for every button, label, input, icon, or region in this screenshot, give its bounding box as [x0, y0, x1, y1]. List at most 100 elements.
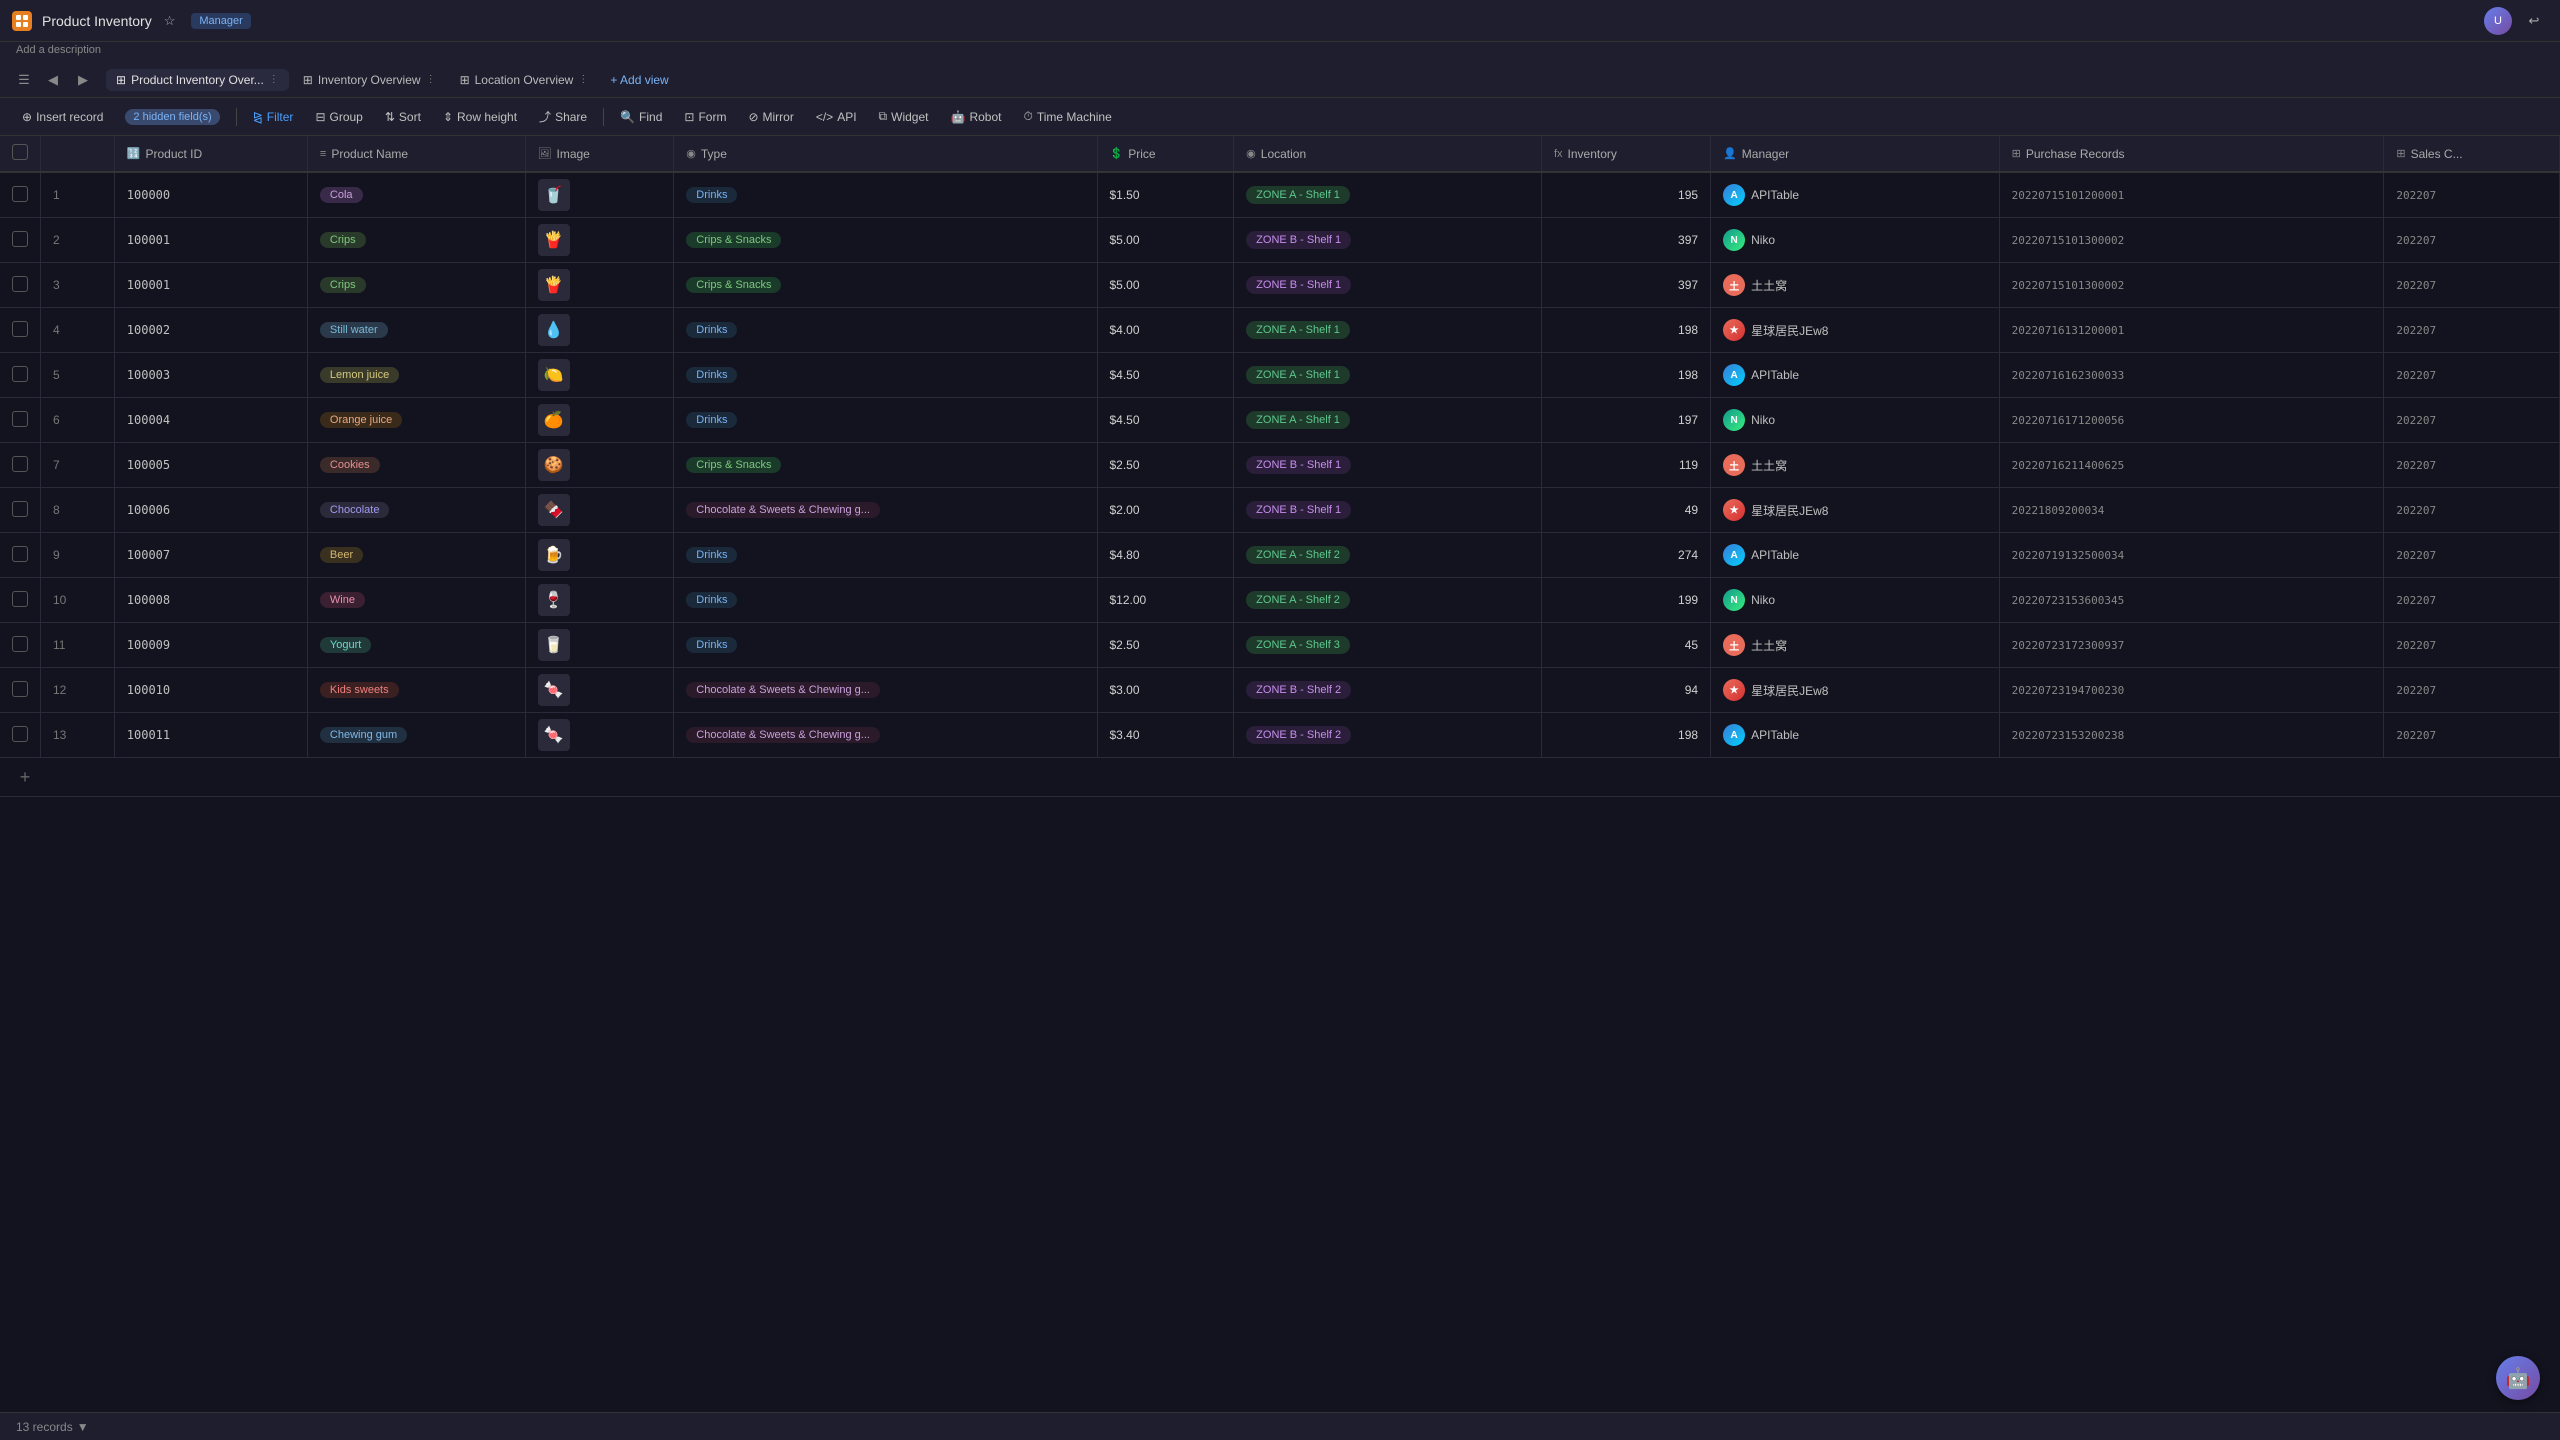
cell-checkbox[interactable] [0, 623, 41, 668]
add-row-button[interactable]: + [12, 764, 38, 790]
tab-menu-icon[interactable]: ⋮ [578, 74, 588, 85]
col-price[interactable]: 💲 Price [1097, 136, 1234, 172]
sort-button[interactable]: ⇅ Sort [375, 106, 431, 128]
cell-checkbox[interactable] [0, 443, 41, 488]
refresh-button[interactable]: ↩ [2520, 7, 2548, 35]
cell-product-name[interactable]: Lemon juice [307, 353, 525, 398]
back-button[interactable]: ◀ [40, 67, 66, 93]
cell-image[interactable]: 🍊 [525, 398, 674, 443]
col-manager[interactable]: 👤 Manager [1711, 136, 2000, 172]
time-machine-button[interactable]: ⏱ Time Machine [1013, 105, 1121, 128]
cell-manager[interactable]: ★ 星球居民JEw8 [1711, 668, 2000, 713]
select-all-checkbox[interactable] [12, 144, 28, 160]
cell-manager[interactable]: 土 土土窝 [1711, 623, 2000, 668]
cell-checkbox[interactable] [0, 668, 41, 713]
cell-checkbox[interactable] [0, 533, 41, 578]
cell-location[interactable]: ZONE A - Shelf 1 [1234, 353, 1542, 398]
row-checkbox[interactable] [12, 186, 28, 202]
cell-manager[interactable]: N Niko [1711, 218, 2000, 263]
col-inventory[interactable]: fx Inventory [1541, 136, 1710, 172]
cell-checkbox[interactable] [0, 353, 41, 398]
cell-checkbox[interactable] [0, 308, 41, 353]
cell-location[interactable]: ZONE A - Shelf 2 [1234, 578, 1542, 623]
cell-location[interactable]: ZONE B - Shelf 2 [1234, 668, 1542, 713]
cell-manager[interactable]: N Niko [1711, 398, 2000, 443]
col-product-id[interactable]: 🔢 Product ID [114, 136, 307, 172]
col-image[interactable]: 🖼 Image [525, 136, 674, 172]
table-row[interactable]: 3 100001 Crips 🍟 Crips & Snacks $5.00 ZO… [0, 263, 2560, 308]
table-row[interactable]: 10 100008 Wine 🍷 Drinks $12.00 ZONE A - … [0, 578, 2560, 623]
row-checkbox[interactable] [12, 321, 28, 337]
cell-image[interactable]: 🥛 [525, 623, 674, 668]
bot-avatar[interactable]: 🤖 [2496, 1356, 2540, 1400]
row-checkbox[interactable] [12, 546, 28, 562]
cell-image[interactable]: 🍷 [525, 578, 674, 623]
cell-product-name[interactable]: Cola [307, 172, 525, 218]
row-checkbox[interactable] [12, 726, 28, 742]
cell-location[interactable]: ZONE A - Shelf 2 [1234, 533, 1542, 578]
cell-type[interactable]: Drinks [674, 172, 1097, 218]
cell-image[interactable]: 🍟 [525, 263, 674, 308]
hidden-fields-button[interactable]: 2 hidden field(s) [115, 105, 229, 129]
cell-image[interactable]: 🍪 [525, 443, 674, 488]
cell-image[interactable]: 🍫 [525, 488, 674, 533]
cell-image[interactable]: 🥤 [525, 172, 674, 218]
tab-menu-icon[interactable]: ⋮ [426, 74, 436, 85]
star-icon[interactable]: ☆ [164, 13, 176, 29]
table-row[interactable]: 13 100011 Chewing gum 🍬 Chocolate & Swee… [0, 713, 2560, 758]
tab-menu-icon[interactable]: ⋮ [269, 74, 279, 85]
cell-location[interactable]: ZONE A - Shelf 1 [1234, 398, 1542, 443]
col-location[interactable]: ◉ Location [1234, 136, 1542, 172]
cell-manager[interactable]: A APITable [1711, 713, 2000, 758]
robot-button[interactable]: 🤖 Robot [940, 106, 1011, 128]
cell-type[interactable]: Chocolate & Sweets & Chewing g... [674, 713, 1097, 758]
table-row[interactable]: 4 100002 Still water 💧 Drinks $4.00 ZONE… [0, 308, 2560, 353]
cell-product-name[interactable]: Still water [307, 308, 525, 353]
cell-type[interactable]: Crips & Snacks [674, 443, 1097, 488]
cell-checkbox[interactable] [0, 488, 41, 533]
cell-checkbox[interactable] [0, 263, 41, 308]
cell-location[interactable]: ZONE B - Shelf 1 [1234, 488, 1542, 533]
cell-product-name[interactable]: Kids sweets [307, 668, 525, 713]
mirror-button[interactable]: ⊘ Mirror [738, 106, 803, 128]
cell-type[interactable]: Drinks [674, 533, 1097, 578]
cell-manager[interactable]: ★ 星球居民JEw8 [1711, 488, 2000, 533]
cell-manager[interactable]: A APITable [1711, 533, 2000, 578]
group-button[interactable]: ⊟ Group [305, 106, 372, 128]
row-checkbox[interactable] [12, 411, 28, 427]
table-row[interactable]: 12 100010 Kids sweets 🍬 Chocolate & Swee… [0, 668, 2560, 713]
cell-type[interactable]: Crips & Snacks [674, 263, 1097, 308]
user-avatar[interactable]: U [2484, 7, 2512, 35]
cell-manager[interactable]: ★ 星球居民JEw8 [1711, 308, 2000, 353]
col-purchase-records[interactable]: ⊞ Purchase Records [1999, 136, 2384, 172]
cell-product-name[interactable]: Beer [307, 533, 525, 578]
cell-type[interactable]: Drinks [674, 398, 1097, 443]
row-checkbox[interactable] [12, 456, 28, 472]
cell-manager[interactable]: N Niko [1711, 578, 2000, 623]
cell-manager[interactable]: A APITable [1711, 353, 2000, 398]
cell-product-name[interactable]: Chocolate [307, 488, 525, 533]
table-row[interactable]: 11 100009 Yogurt 🥛 Drinks $2.50 ZONE A -… [0, 623, 2560, 668]
cell-checkbox[interactable] [0, 398, 41, 443]
table-row[interactable]: 9 100007 Beer 🍺 Drinks $4.80 ZONE A - Sh… [0, 533, 2560, 578]
tab-inventory-overview[interactable]: ⊞ Inventory Overview ⋮ [293, 69, 446, 91]
tab-location-overview[interactable]: ⊞ Location Overview ⋮ [450, 69, 599, 91]
sidebar-toggle[interactable]: ☰ [12, 68, 36, 92]
col-sales[interactable]: ⊞ Sales C... [2384, 136, 2560, 172]
form-button[interactable]: ⊡ Form [674, 106, 736, 128]
cell-image[interactable]: 🍬 [525, 668, 674, 713]
table-row[interactable]: 8 100006 Chocolate 🍫 Chocolate & Sweets … [0, 488, 2560, 533]
cell-image[interactable]: 💧 [525, 308, 674, 353]
widget-button[interactable]: ⧉ Widget [869, 105, 939, 128]
row-checkbox[interactable] [12, 591, 28, 607]
cell-product-name[interactable]: Cookies [307, 443, 525, 488]
cell-location[interactable]: ZONE B - Shelf 1 [1234, 218, 1542, 263]
row-checkbox[interactable] [12, 231, 28, 247]
cell-product-name[interactable]: Wine [307, 578, 525, 623]
row-checkbox[interactable] [12, 276, 28, 292]
cell-product-name[interactable]: Chewing gum [307, 713, 525, 758]
find-button[interactable]: 🔍 Find [610, 106, 672, 128]
forward-button[interactable]: ▶ [70, 67, 96, 93]
table-row[interactable]: 2 100001 Crips 🍟 Crips & Snacks $5.00 ZO… [0, 218, 2560, 263]
cell-type[interactable]: Crips & Snacks [674, 218, 1097, 263]
